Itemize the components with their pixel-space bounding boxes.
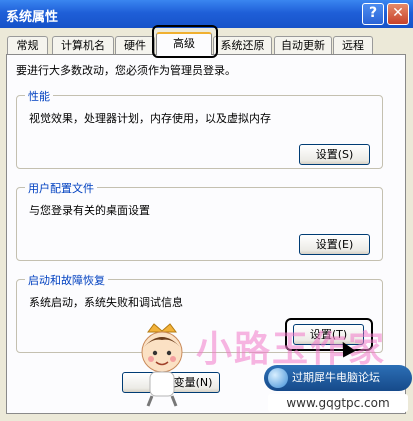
tab-general[interactable]: 常规: [7, 36, 48, 54]
tab-hardware[interactable]: 硬件: [115, 36, 155, 54]
globe-icon: [268, 368, 288, 388]
window-title: 系统属性: [6, 10, 59, 25]
performance-group-title: 性能: [25, 88, 53, 104]
mascot-watermark: [141, 323, 183, 407]
performance-settings-button[interactable]: 设置(S): [299, 144, 370, 165]
close-button[interactable]: ✕: [387, 3, 409, 25]
help-button[interactable]: ?: [362, 3, 384, 25]
tab-system-restore[interactable]: 系统还原: [213, 36, 272, 54]
tab-automatic-updates[interactable]: 自动更新: [274, 36, 332, 54]
user-profiles-description: 与您登录有关的桌面设置: [29, 204, 150, 217]
admin-notice: 要进行大多数改动，您必须作为管理员登录。: [16, 64, 236, 77]
performance-description: 视觉效果，处理器计划，内存使用，以及虚拟内存: [29, 112, 271, 125]
user-profiles-settings-button[interactable]: 设置(E): [299, 234, 370, 255]
tab-advanced[interactable]: 高级: [156, 32, 212, 55]
forum-watermark-text: 过期犀牛电脑论坛: [292, 371, 380, 384]
title-bar[interactable]: 系统属性 ? ✕: [0, 0, 413, 28]
forum-watermark-url: www.gqgtpc.com: [268, 394, 408, 412]
tab-computer-name[interactable]: 计算机名: [52, 36, 114, 54]
tab-remote[interactable]: 远程: [333, 36, 373, 54]
startup-recovery-description: 系统启动，系统失败和调试信息: [29, 296, 183, 309]
startup-recovery-group-title: 启动和故障恢复: [25, 272, 108, 288]
user-profiles-group-title: 用户配置文件: [25, 180, 97, 196]
forum-watermark-badge: 过期犀牛电脑论坛: [264, 365, 412, 391]
